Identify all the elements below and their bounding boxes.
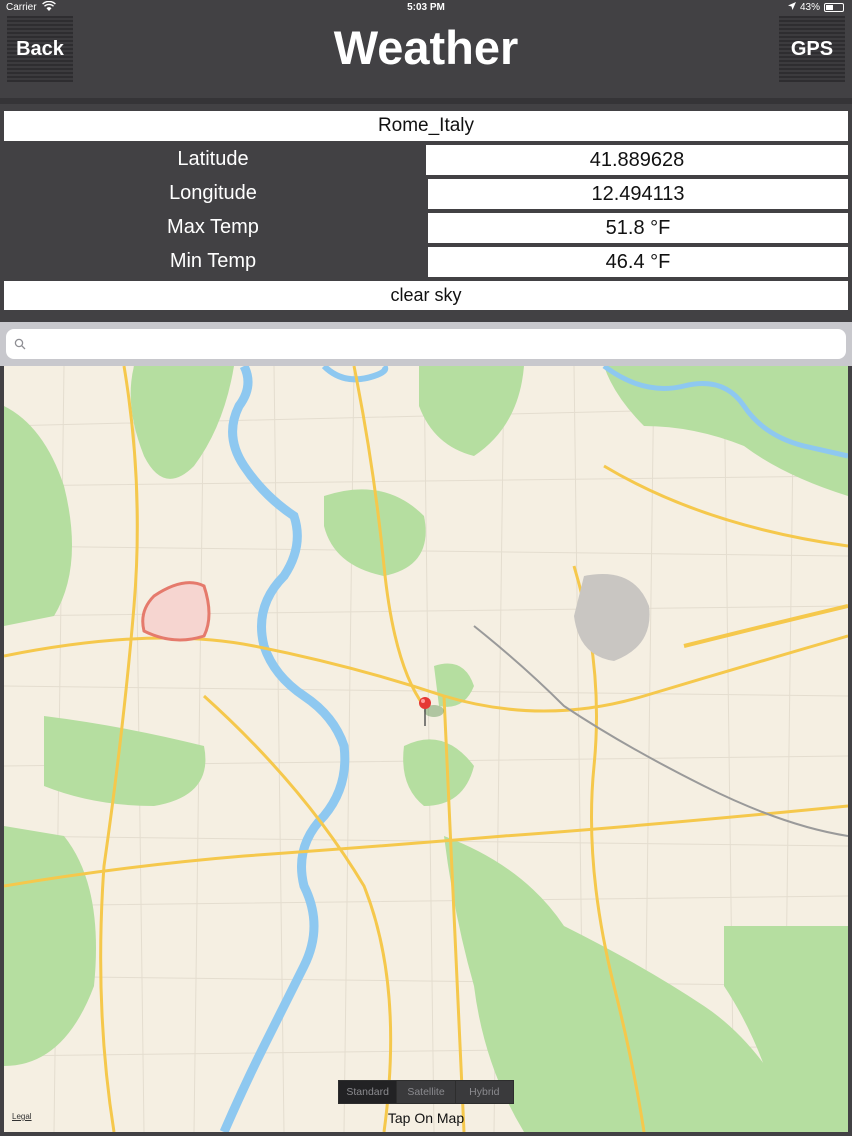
gps-button[interactable]: GPS: [779, 16, 845, 82]
status-time: 5:03 PM: [407, 2, 445, 13]
longitude-label: Longitude: [169, 182, 257, 204]
map-type-standard[interactable]: Standard: [339, 1081, 397, 1103]
navbar-divider: [0, 98, 852, 104]
search-icon: [14, 337, 26, 355]
status-bar: Carrier 5:03 PM 43%: [0, 0, 852, 16]
weather-description[interactable]: clear sky: [4, 281, 848, 310]
max-temp-value[interactable]: 51.8 °F: [428, 213, 848, 243]
battery-fill: [826, 5, 833, 10]
location-arrow-icon: [787, 2, 796, 13]
map-type-control: Standard Satellite Hybrid: [338, 1080, 514, 1104]
latitude-label: Latitude: [177, 148, 249, 170]
page-title: Weather: [333, 21, 519, 74]
search-input[interactable]: [6, 329, 846, 359]
status-right: 43%: [787, 2, 844, 13]
max-temp-label: Max Temp: [167, 216, 259, 238]
map-canvas: [4, 366, 848, 1132]
location-field[interactable]: Rome_Italy: [4, 111, 848, 141]
latitude-value[interactable]: 41.889628: [426, 145, 848, 175]
min-temp-label: Min Temp: [169, 250, 257, 272]
map-view[interactable]: Standard Satellite Hybrid Legal Tap On M…: [4, 366, 848, 1132]
navigation-bar: Back Weather GPS: [0, 16, 852, 100]
map-type-hybrid[interactable]: Hybrid: [454, 1081, 513, 1103]
battery-percent: 43%: [799, 2, 820, 13]
min-temp-value[interactable]: 46.4 °F: [428, 247, 848, 277]
map-type-satellite[interactable]: Satellite: [396, 1081, 454, 1103]
longitude-value[interactable]: 12.494113: [428, 179, 848, 209]
battery-icon: [824, 3, 844, 12]
tap-on-map-label: Tap On Map: [387, 1110, 465, 1126]
search-bar: [0, 322, 852, 366]
